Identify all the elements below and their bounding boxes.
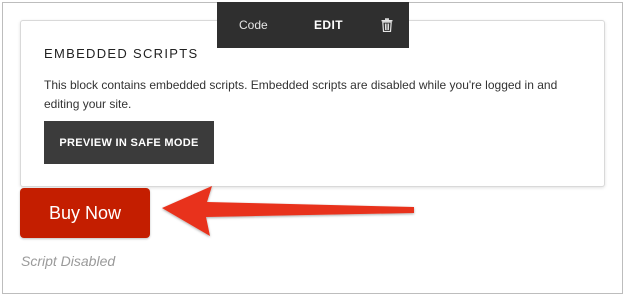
edit-button[interactable]: EDIT (314, 18, 343, 32)
code-button[interactable]: Code (239, 18, 268, 32)
script-disabled-status: Script Disabled (21, 253, 116, 269)
buy-now-button[interactable]: Buy Now (20, 188, 150, 238)
block-title: EMBEDDED SCRIPTS (44, 46, 199, 61)
block-toolbar: Code EDIT (217, 2, 409, 48)
trash-icon[interactable] (381, 18, 393, 33)
block-description: This block contains embedded scripts. Em… (44, 78, 558, 111)
left-arrow-icon (162, 186, 414, 236)
preview-safe-mode-button[interactable]: PREVIEW IN SAFE MODE (44, 121, 214, 164)
